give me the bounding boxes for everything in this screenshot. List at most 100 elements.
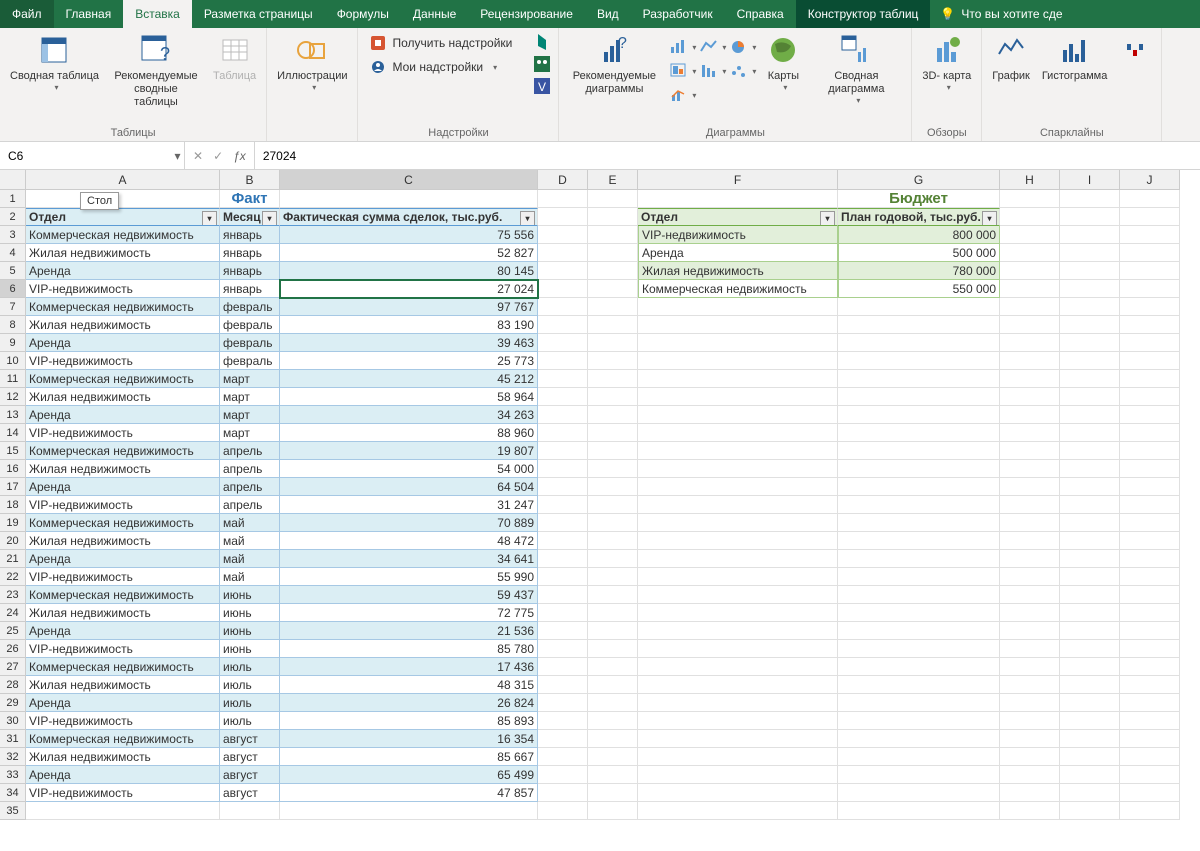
cell-E15[interactable]: [588, 442, 638, 460]
col-header-D[interactable]: D: [538, 170, 588, 190]
cell-A3[interactable]: Коммерческая недвижимость: [26, 226, 220, 244]
cell-H10[interactable]: [1000, 352, 1060, 370]
enter-icon[interactable]: ✓: [213, 149, 223, 163]
cell-D18[interactable]: [538, 496, 588, 514]
cell-B8[interactable]: февраль: [220, 316, 280, 334]
cell-B9[interactable]: февраль: [220, 334, 280, 352]
cell-H16[interactable]: [1000, 460, 1060, 478]
cell-J16[interactable]: [1120, 460, 1180, 478]
cell-B23[interactable]: июнь: [220, 586, 280, 604]
row-header-26[interactable]: 26: [0, 640, 26, 658]
row-header-20[interactable]: 20: [0, 532, 26, 550]
cell-A18[interactable]: VIP-недвижимость: [26, 496, 220, 514]
cell-J21[interactable]: [1120, 550, 1180, 568]
name-box-input[interactable]: [0, 149, 171, 163]
cell-I34[interactable]: [1060, 784, 1120, 802]
cell-A11[interactable]: Коммерческая недвижимость: [26, 370, 220, 388]
cell-F14[interactable]: [638, 424, 838, 442]
cell-E33[interactable]: [588, 766, 638, 784]
cell-H22[interactable]: [1000, 568, 1060, 586]
row-header-19[interactable]: 19: [0, 514, 26, 532]
tab-разметка-страницы[interactable]: Разметка страницы: [192, 0, 325, 28]
cell-I23[interactable]: [1060, 586, 1120, 604]
cell-G17[interactable]: [838, 478, 1000, 496]
row-header-11[interactable]: 11: [0, 370, 26, 388]
cell-F32[interactable]: [638, 748, 838, 766]
cell-A35[interactable]: [26, 802, 220, 820]
row-header-24[interactable]: 24: [0, 604, 26, 622]
hierarchy-chart-icon[interactable]: [669, 60, 697, 82]
cell-J22[interactable]: [1120, 568, 1180, 586]
cell-E8[interactable]: [588, 316, 638, 334]
cell-G6[interactable]: 550 000: [838, 280, 1000, 298]
cell-D20[interactable]: [538, 532, 588, 550]
cell-D12[interactable]: [538, 388, 588, 406]
cell-D29[interactable]: [538, 694, 588, 712]
cell-H14[interactable]: [1000, 424, 1060, 442]
cell-I13[interactable]: [1060, 406, 1120, 424]
cell-G18[interactable]: [838, 496, 1000, 514]
col-header-A[interactable]: A: [26, 170, 220, 190]
cell-D10[interactable]: [538, 352, 588, 370]
cell-A15[interactable]: Коммерческая недвижимость: [26, 442, 220, 460]
cell-A30[interactable]: VIP-недвижимость: [26, 712, 220, 730]
cell-J6[interactable]: [1120, 280, 1180, 298]
tab-формулы[interactable]: Формулы: [325, 0, 401, 28]
cell-F8[interactable]: [638, 316, 838, 334]
cell-J12[interactable]: [1120, 388, 1180, 406]
cell-G27[interactable]: [838, 658, 1000, 676]
cell-F11[interactable]: [638, 370, 838, 388]
cell-G28[interactable]: [838, 676, 1000, 694]
cell-B14[interactable]: март: [220, 424, 280, 442]
cell-C18[interactable]: 31 247: [280, 496, 538, 514]
cell-D25[interactable]: [538, 622, 588, 640]
visio-icon[interactable]: V: [532, 76, 552, 96]
cell-E14[interactable]: [588, 424, 638, 442]
cell-G13[interactable]: [838, 406, 1000, 424]
cell-C33[interactable]: 65 499: [280, 766, 538, 784]
cell-I19[interactable]: [1060, 514, 1120, 532]
cell-G24[interactable]: [838, 604, 1000, 622]
cell-E2[interactable]: [588, 208, 638, 226]
people-graph-icon[interactable]: [532, 54, 552, 74]
col-header-C[interactable]: C: [280, 170, 538, 190]
fact-header-C[interactable]: Фактическая сумма сделок, тыс.руб.: [280, 208, 538, 226]
cell-A21[interactable]: Аренда: [26, 550, 220, 568]
cell-D30[interactable]: [538, 712, 588, 730]
cell-J17[interactable]: [1120, 478, 1180, 496]
cell-F23[interactable]: [638, 586, 838, 604]
row-header-33[interactable]: 33: [0, 766, 26, 784]
cell-H17[interactable]: [1000, 478, 1060, 496]
cell-E24[interactable]: [588, 604, 638, 622]
cell-J34[interactable]: [1120, 784, 1180, 802]
cell-H21[interactable]: [1000, 550, 1060, 568]
cell-D4[interactable]: [538, 244, 588, 262]
row-header-18[interactable]: 18: [0, 496, 26, 514]
cell-G19[interactable]: [838, 514, 1000, 532]
cell-D19[interactable]: [538, 514, 588, 532]
row-header-27[interactable]: 27: [0, 658, 26, 676]
cell-A12[interactable]: Жилая недвижимость: [26, 388, 220, 406]
cell-H33[interactable]: [1000, 766, 1060, 784]
name-box-dropdown-icon[interactable]: ▾: [171, 149, 184, 163]
cell-B35[interactable]: [220, 802, 280, 820]
cell-H35[interactable]: [1000, 802, 1060, 820]
cell-F15[interactable]: [638, 442, 838, 460]
cell-E23[interactable]: [588, 586, 638, 604]
cell-F26[interactable]: [638, 640, 838, 658]
cell-A24[interactable]: Жилая недвижимость: [26, 604, 220, 622]
row-header-4[interactable]: 4: [0, 244, 26, 262]
cell-F33[interactable]: [638, 766, 838, 784]
cell-G9[interactable]: [838, 334, 1000, 352]
cell-B21[interactable]: май: [220, 550, 280, 568]
cell-E12[interactable]: [588, 388, 638, 406]
row-header-13[interactable]: 13: [0, 406, 26, 424]
cell-I28[interactable]: [1060, 676, 1120, 694]
cell-E32[interactable]: [588, 748, 638, 766]
cell-C9[interactable]: 39 463: [280, 334, 538, 352]
cell-I6[interactable]: [1060, 280, 1120, 298]
cell-C22[interactable]: 55 990: [280, 568, 538, 586]
row-header-30[interactable]: 30: [0, 712, 26, 730]
sparkline-winloss-button[interactable]: [1115, 32, 1155, 72]
row-header-16[interactable]: 16: [0, 460, 26, 478]
